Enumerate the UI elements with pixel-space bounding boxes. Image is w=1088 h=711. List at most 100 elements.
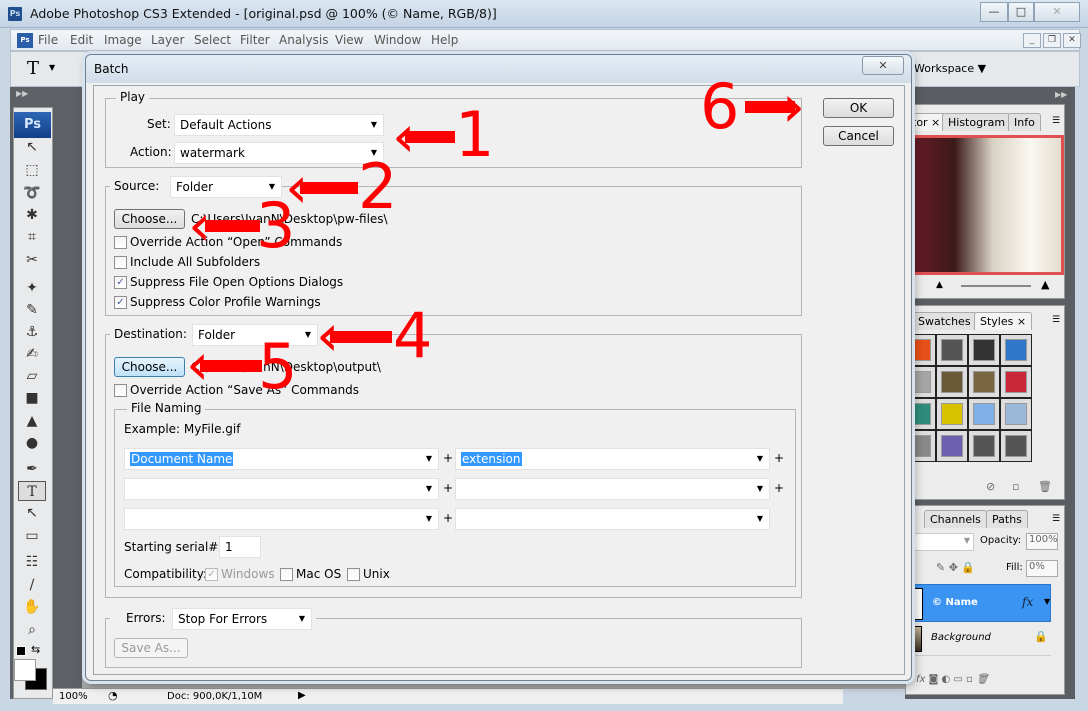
action-select[interactable]: watermark ▼ <box>174 142 384 164</box>
marquee-tool-icon[interactable]: ⬚ <box>18 160 46 180</box>
tab-histogram[interactable]: Histogram <box>942 113 1012 131</box>
eyedropper-tool-icon[interactable]: ∕ <box>18 575 46 595</box>
style-swatch[interactable] <box>1000 430 1032 462</box>
status-expand-icon[interactable]: ▶ <box>298 690 306 701</box>
zoom-in-icon[interactable]: ▲ <box>1041 278 1049 291</box>
doc-close-button[interactable]: ✕ <box>1063 33 1081 48</box>
status-menu-icon[interactable]: ◔ <box>108 689 118 702</box>
menu-view[interactable]: View <box>335 33 363 47</box>
layer-name[interactable]: Background <box>931 632 991 643</box>
swap-colors-icon[interactable]: ⇆ <box>31 643 40 656</box>
style-swatch[interactable] <box>936 334 968 366</box>
style-swatch[interactable] <box>968 430 1000 462</box>
workspace-menu[interactable]: Workspace ▼ <box>914 62 986 75</box>
menu-image[interactable]: Image <box>104 33 142 47</box>
checkbox[interactable] <box>114 236 127 249</box>
tab-channels[interactable]: Channels <box>924 510 987 528</box>
menu-file[interactable]: File <box>38 33 58 47</box>
doc-restore-button[interactable]: ❐ <box>1043 33 1061 48</box>
checkbox-checked[interactable]: ✓ <box>114 276 127 289</box>
healing-brush-tool-icon[interactable]: ✦ <box>18 278 46 298</box>
naming-field-1-1[interactable]: Document Name ▼ <box>124 448 439 470</box>
menu-filter[interactable]: Filter <box>240 33 270 47</box>
close-window-button[interactable]: ✕ <box>1034 2 1080 22</box>
layer-row[interactable]: © Name fx ▼ <box>906 584 1051 622</box>
checkbox[interactable] <box>280 568 293 581</box>
brush-tool-icon[interactable]: ✎ <box>18 300 46 320</box>
lock-icons[interactable]: ✎ ✥ 🔒 <box>936 561 975 574</box>
menu-layer[interactable]: Layer <box>151 33 184 47</box>
serial-input[interactable]: 1 <box>219 536 261 558</box>
type-tool-icon[interactable]: T <box>18 481 46 501</box>
dialog-close-button[interactable]: ✕ <box>862 56 904 75</box>
shape-tool-icon[interactable]: ▭ <box>18 526 46 546</box>
expand-effects-icon[interactable]: ▼ <box>1044 597 1050 606</box>
fx-icon[interactable]: fx <box>1022 595 1033 609</box>
menu-analysis[interactable]: Analysis <box>279 33 328 47</box>
checkbox[interactable] <box>114 256 127 269</box>
tab-swatches[interactable]: Swatches <box>912 312 977 330</box>
checkbox-checked[interactable]: ✓ <box>114 296 127 309</box>
menu-window[interactable]: Window <box>374 33 421 47</box>
dodge-tool-icon[interactable]: ● <box>18 433 46 453</box>
menu-select[interactable]: Select <box>194 33 231 47</box>
expand-toolbox-icon[interactable]: ▶▶ <box>16 89 28 98</box>
zoom-out-icon[interactable]: ▲ <box>936 280 943 290</box>
source-choose-button[interactable]: Choose... <box>114 209 185 229</box>
zoom-slider[interactable] <box>961 285 1031 287</box>
opacity-input[interactable]: 100% <box>1026 533 1058 550</box>
blur-tool-icon[interactable]: ▲ <box>18 411 46 431</box>
naming-field-3-2[interactable]: ▼ <box>455 508 770 530</box>
style-swatch[interactable] <box>968 398 1000 430</box>
panel-menu-icon[interactable]: ☰ <box>1052 315 1060 325</box>
photoshop-menu-icon[interactable]: Ps <box>17 33 33 48</box>
doc-minimize-button[interactable]: _ <box>1023 33 1041 48</box>
tool-preset-dropdown-icon[interactable]: ▼ <box>49 63 55 72</box>
minimize-window-button[interactable]: — <box>980 2 1008 22</box>
style-swatch[interactable] <box>968 334 1000 366</box>
errors-save-as-button[interactable]: Save As... <box>114 638 188 658</box>
panel-menu-icon[interactable]: ☰ <box>1052 116 1060 126</box>
eraser-tool-icon[interactable]: ▱ <box>18 366 46 386</box>
zoom-level[interactable]: 100% <box>59 691 88 702</box>
foreground-color-swatch[interactable] <box>14 659 36 681</box>
style-swatch[interactable] <box>1000 398 1032 430</box>
ok-button[interactable]: OK <box>823 98 894 118</box>
type-tool-preset-icon[interactable]: T <box>27 58 39 79</box>
destination-choose-button[interactable]: Choose... <box>114 357 185 377</box>
maximize-window-button[interactable]: □ <box>1008 2 1034 22</box>
naming-field-3-1[interactable]: ▼ <box>124 508 439 530</box>
zoom-tool-icon[interactable]: ⌕ <box>18 620 46 640</box>
layer-footer-icons[interactable]: fx ◙ ◐ ▭ ▫ 🗑 <box>916 674 989 685</box>
cancel-button[interactable]: Cancel <box>823 126 894 146</box>
lasso-tool-icon[interactable]: ➰ <box>18 183 46 203</box>
naming-field-2-1[interactable]: ▼ <box>124 478 439 500</box>
blend-mode-select[interactable]: ▼ <box>906 533 974 551</box>
clear-style-icon[interactable]: ⊘ <box>986 480 995 493</box>
slice-tool-icon[interactable]: ✂ <box>18 250 46 270</box>
tab-info[interactable]: Info <box>1008 113 1041 131</box>
panel-menu-icon[interactable]: ☰ <box>1052 514 1060 524</box>
style-swatch[interactable] <box>1000 366 1032 398</box>
history-brush-tool-icon[interactable]: ✍ <box>18 344 46 364</box>
notes-tool-icon[interactable]: ☷ <box>18 552 46 572</box>
style-swatch[interactable] <box>936 398 968 430</box>
style-swatch[interactable] <box>968 366 1000 398</box>
magic-wand-tool-icon[interactable]: ✱ <box>18 205 46 225</box>
errors-select[interactable]: Stop For Errors ▼ <box>172 608 312 630</box>
move-tool-icon[interactable]: ↖ <box>18 137 46 157</box>
set-select[interactable]: Default Actions ▼ <box>174 114 384 136</box>
layer-name[interactable]: © Name <box>932 597 978 608</box>
collapse-panels-icon[interactable]: ▶▶ <box>1055 90 1067 99</box>
fill-input[interactable]: 0% <box>1026 560 1058 577</box>
hand-tool-icon[interactable]: ✋ <box>18 597 46 617</box>
checkbox-checked[interactable]: ✓ <box>205 568 218 581</box>
naming-field-2-2[interactable]: ▼ <box>455 478 770 500</box>
naming-field-1-2[interactable]: extension ▼ <box>455 448 770 470</box>
style-swatch[interactable] <box>936 366 968 398</box>
checkbox[interactable] <box>114 384 127 397</box>
style-swatch[interactable] <box>936 430 968 462</box>
tab-paths[interactable]: Paths <box>986 510 1028 528</box>
destination-select[interactable]: Folder ▼ <box>192 324 318 346</box>
default-colors-icon[interactable] <box>16 646 26 656</box>
